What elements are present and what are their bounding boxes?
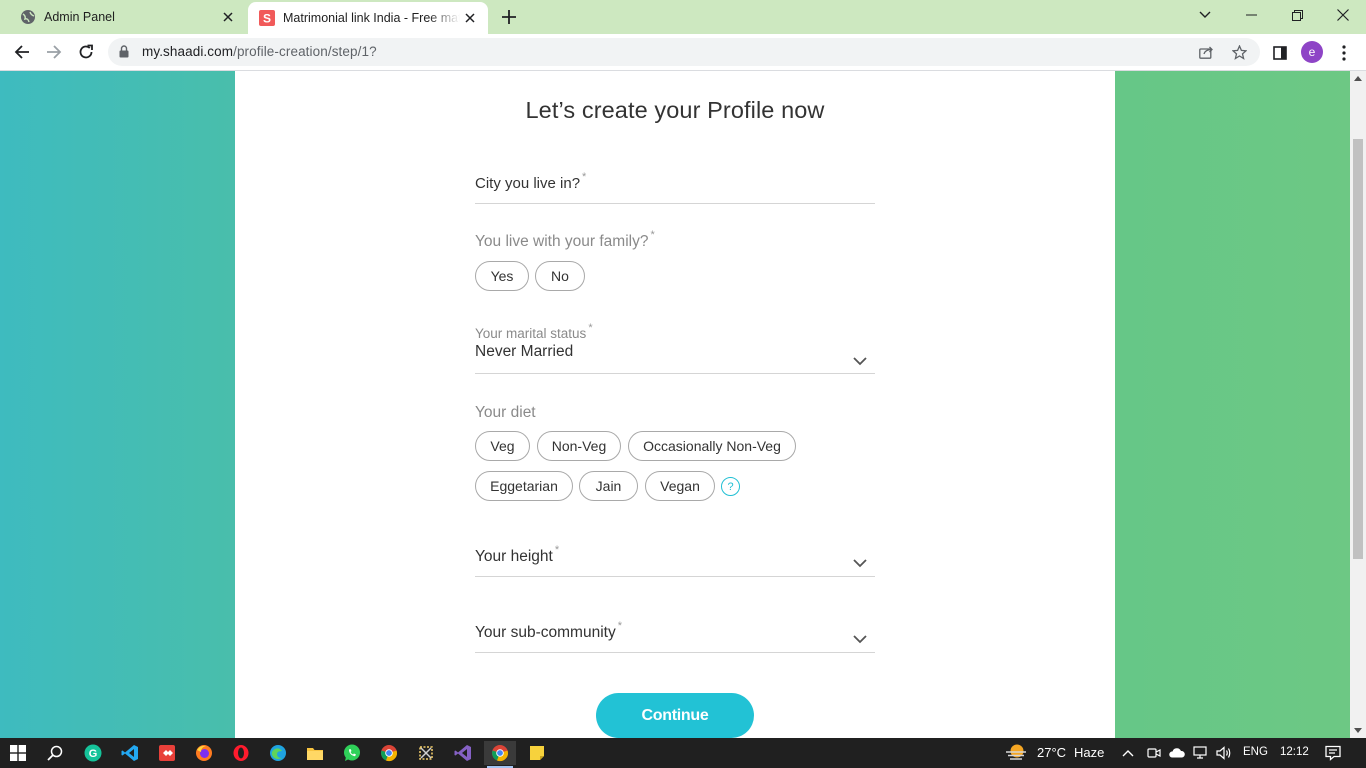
chevron-down-icon bbox=[853, 357, 867, 366]
page-title: Let’s create your Profile now bbox=[525, 97, 825, 123]
diet-help-icon[interactable]: ? bbox=[721, 477, 740, 496]
sub-community-select[interactable]: Your sub-community * bbox=[475, 620, 875, 653]
marital-status-select[interactable]: Your marital status * Never Married bbox=[475, 322, 875, 374]
snipping-tool-icon[interactable] bbox=[410, 741, 442, 765]
kebab-menu-icon[interactable] bbox=[1333, 42, 1355, 64]
profile-form-card: Let’s create your Profile now City you l… bbox=[235, 71, 1115, 738]
marital-status-value: Never Married bbox=[475, 343, 574, 360]
required-mark: * bbox=[554, 544, 560, 556]
share-icon[interactable] bbox=[1196, 43, 1216, 61]
visual-studio-icon[interactable] bbox=[447, 741, 479, 765]
chevron-down-icon bbox=[853, 559, 867, 568]
marital-status-label: Your marital status * bbox=[475, 322, 875, 341]
tab-title: Matrimonial link India - Free matrimonia… bbox=[283, 11, 460, 25]
diet-vegan-option[interactable]: Vegan bbox=[645, 471, 715, 501]
windows-taskbar: G 27°C Haze ENG 12:12 bbox=[0, 738, 1366, 768]
chrome-active-icon[interactable] bbox=[484, 741, 516, 768]
minimize-button[interactable] bbox=[1228, 0, 1274, 30]
diet-nonveg-option[interactable]: Non-Veg bbox=[537, 431, 621, 461]
vscode-icon[interactable] bbox=[114, 741, 146, 765]
lock-icon[interactable] bbox=[119, 45, 129, 63]
tab-title: Admin Panel bbox=[44, 10, 115, 24]
close-window-button[interactable] bbox=[1320, 0, 1366, 30]
scroll-up-icon[interactable] bbox=[1354, 75, 1362, 81]
volume-icon[interactable] bbox=[1211, 741, 1237, 765]
back-arrow-icon[interactable] bbox=[9, 39, 35, 65]
page-scrollbar[interactable] bbox=[1350, 71, 1366, 738]
firefox-icon[interactable] bbox=[188, 741, 220, 765]
file-explorer-icon[interactable] bbox=[299, 741, 331, 765]
address-bar[interactable]: my.shaadi.com/profile-creation/step/1? bbox=[108, 38, 1260, 66]
opera-icon[interactable] bbox=[225, 741, 257, 765]
page-viewport: Let’s create your Profile now City you l… bbox=[0, 71, 1350, 738]
whatsapp-icon[interactable] bbox=[336, 741, 368, 765]
new-tab-button[interactable] bbox=[497, 6, 521, 28]
language-indicator[interactable]: ENG bbox=[1243, 746, 1268, 758]
bookmark-star-icon[interactable] bbox=[1229, 43, 1249, 61]
side-panel-icon[interactable] bbox=[1269, 42, 1291, 64]
grammarly-icon[interactable]: G bbox=[77, 741, 109, 765]
scroll-down-icon[interactable] bbox=[1354, 728, 1362, 734]
required-mark: * bbox=[650, 229, 655, 241]
diet-jain-option[interactable]: Jain bbox=[579, 471, 638, 501]
url-host: my.shaadi.com bbox=[142, 44, 234, 59]
reload-icon[interactable] bbox=[73, 39, 99, 65]
height-label: Your height bbox=[475, 548, 553, 565]
weather-condition[interactable]: Haze bbox=[1074, 745, 1104, 760]
svg-text:G: G bbox=[89, 748, 98, 760]
shaadi-logo-icon: S bbox=[259, 10, 275, 26]
city-label: City you live in? bbox=[475, 175, 581, 192]
close-tab-icon[interactable] bbox=[218, 7, 238, 27]
close-tab-icon[interactable] bbox=[460, 8, 480, 28]
sticky-notes-icon[interactable] bbox=[521, 741, 553, 765]
edge-icon[interactable] bbox=[262, 741, 294, 765]
continue-button[interactable]: Continue bbox=[596, 693, 754, 738]
diet-eggetarian-option[interactable]: Eggetarian bbox=[475, 471, 573, 501]
clock-time[interactable]: 12:12 bbox=[1280, 746, 1309, 758]
scrollbar-thumb[interactable] bbox=[1353, 139, 1363, 559]
notifications-icon[interactable] bbox=[1318, 741, 1348, 765]
required-mark: * bbox=[617, 620, 622, 632]
chevron-up-icon[interactable] bbox=[1114, 741, 1142, 765]
windows-start-icon[interactable] bbox=[2, 741, 34, 765]
chevron-down-icon bbox=[853, 635, 867, 644]
anydesk-icon[interactable] bbox=[151, 741, 183, 765]
diet-occasionally-nonveg-option[interactable]: Occasionally Non-Veg bbox=[628, 431, 796, 461]
svg-text:S: S bbox=[263, 12, 271, 26]
weather-temp[interactable]: 27°C bbox=[1037, 745, 1066, 760]
tab-admin-panel[interactable]: Admin Panel bbox=[8, 0, 246, 34]
family-label-text: You live with your family? bbox=[475, 233, 649, 250]
tab-strip: Admin Panel S Matrimonial link India - F… bbox=[0, 0, 1366, 34]
weather-haze-icon[interactable] bbox=[1000, 741, 1032, 765]
city-field[interactable]: City you live in? * bbox=[475, 171, 875, 204]
onedrive-icon[interactable] bbox=[1164, 741, 1190, 765]
required-mark: * bbox=[582, 171, 587, 183]
height-select[interactable]: Your height * bbox=[475, 544, 875, 577]
forward-arrow-icon[interactable] bbox=[41, 39, 67, 65]
family-no-option[interactable]: No bbox=[535, 261, 585, 291]
diet-veg-option[interactable]: Veg bbox=[475, 431, 530, 461]
search-icon[interactable] bbox=[39, 741, 71, 765]
url-text[interactable]: my.shaadi.com/profile-creation/step/1? bbox=[142, 44, 377, 59]
tab-matrimonial[interactable]: S Matrimonial link India - Free matrimon… bbox=[248, 2, 488, 34]
tab-search-icon[interactable] bbox=[1182, 0, 1228, 30]
chrome-icon[interactable] bbox=[373, 741, 405, 765]
diet-label: Your diet bbox=[475, 404, 536, 421]
restore-button[interactable] bbox=[1274, 0, 1320, 30]
marital-label-text: Your marital status bbox=[475, 326, 587, 341]
url-path: /profile-creation/step/1? bbox=[233, 44, 377, 59]
globe-icon bbox=[20, 9, 36, 25]
required-mark: * bbox=[588, 322, 593, 334]
browser-toolbar: my.shaadi.com/profile-creation/step/1? e bbox=[0, 34, 1366, 71]
sub-community-label: Your sub-community bbox=[475, 624, 616, 641]
family-yes-option[interactable]: Yes bbox=[475, 261, 529, 291]
profile-avatar[interactable]: e bbox=[1301, 41, 1323, 63]
family-label: You live with your family? * bbox=[475, 229, 655, 251]
